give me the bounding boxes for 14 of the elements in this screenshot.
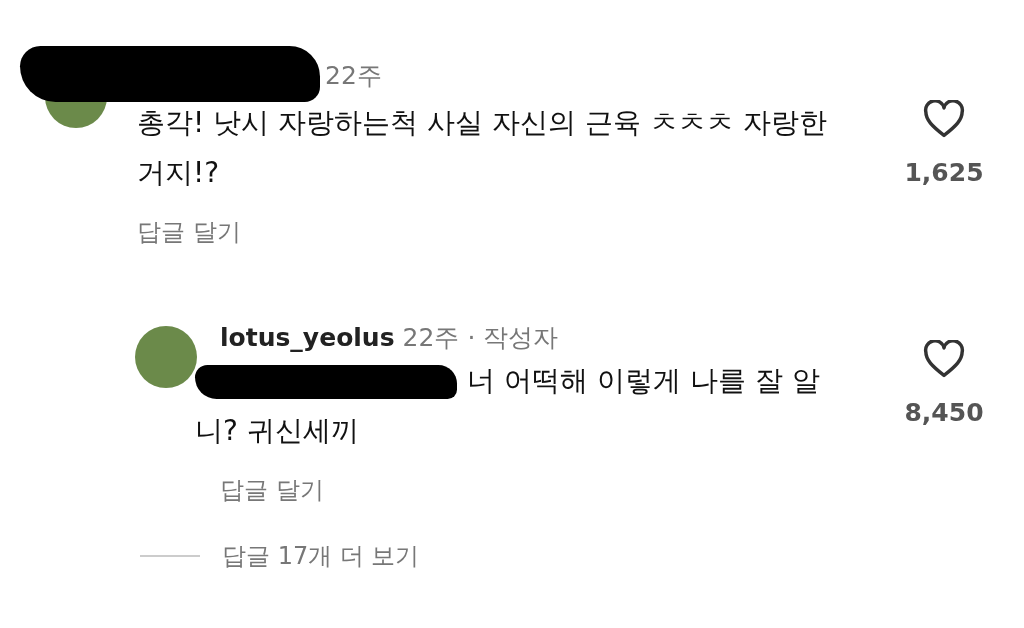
- heart-icon[interactable]: [923, 100, 965, 138]
- username: lotus_yeolus: [220, 322, 395, 354]
- view-replies-link[interactable]: 답글 17개 더 보기: [222, 538, 420, 574]
- comment-text: 총각! 낫시 자랑하는척 사실 자신의 근육 ㅊㅊㅊ 자랑한거지!?: [137, 105, 828, 191]
- reply-link[interactable]: 답글 달기: [137, 214, 241, 250]
- heart-icon[interactable]: [923, 340, 965, 378]
- comment-text: 너 어떡해 이렇게 나를 잘 알니? 귀신세끼: [195, 363, 821, 449]
- reply-link[interactable]: 답글 달기: [220, 472, 324, 508]
- separator-dot: ·: [467, 322, 476, 354]
- like-count: 8,450: [904, 397, 984, 429]
- timestamp: 22주: [325, 60, 382, 92]
- timestamp: 22주: [402, 322, 460, 354]
- like-count: 1,625: [904, 157, 984, 189]
- author-label: 작성자: [483, 322, 559, 354]
